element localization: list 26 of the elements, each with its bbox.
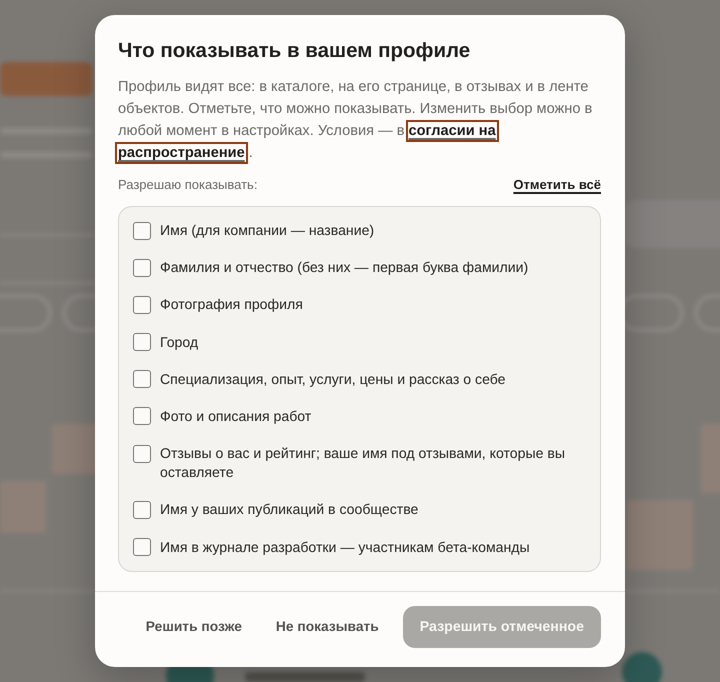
- dialog-title: Что показывать в вашем профиле: [118, 38, 472, 64]
- text-button[interactable]: Решить позже: [136, 606, 252, 648]
- option-label[interactable]: Специализация, опыт, услуги, цены и рассказ о себе: [160, 370, 506, 389]
- option-label[interactable]: Имя в журнале разработки — участникам бета-команды: [160, 538, 530, 556]
- consent-link[interactable]: согласии на: [408, 123, 496, 139]
- consent-link[interactable]: распространение: [118, 145, 245, 161]
- list-label: Разрешаю показывать:: [118, 176, 258, 194]
- checkbox[interactable]: [133, 444, 151, 463]
- option-label[interactable]: Отзывы о вас и рейтинг; ваше имя под отзывами, которые вы оставляете: [160, 444, 584, 482]
- checkbox[interactable]: [133, 333, 151, 352]
- checkbox[interactable]: [133, 370, 151, 388]
- dialog-description: Профиль видят все: в каталоге, на его странице, в отзывах и в ленте объектов. Отметьте, что можно показывать. Изменить выбор можно в любой момент в настройках. Условия — в согласии на распространение .: [118, 76, 601, 164]
- option-label[interactable]: Фото и описания работ: [160, 406, 312, 426]
- checkbox[interactable]: [133, 296, 151, 314]
- option-label[interactable]: Имя у ваших публикаций в сообществе: [160, 500, 418, 520]
- checkbox[interactable]: [133, 407, 151, 426]
- text-button[interactable]: Не показывать: [266, 606, 389, 648]
- select-all-link[interactable]: Отметить всё: [513, 176, 601, 194]
- checkbox[interactable]: [133, 500, 151, 519]
- checkbox[interactable]: [133, 538, 151, 556]
- option-label[interactable]: Город: [160, 332, 198, 352]
- option-label[interactable]: Фотография профиля: [160, 295, 303, 314]
- checkbox[interactable]: [133, 258, 151, 277]
- checkbox[interactable]: [133, 222, 151, 240]
- option-label[interactable]: Фамилия и отчество (без них — первая буква фамилии): [160, 258, 528, 278]
- option-label[interactable]: Имя (для компании — название): [160, 221, 374, 240]
